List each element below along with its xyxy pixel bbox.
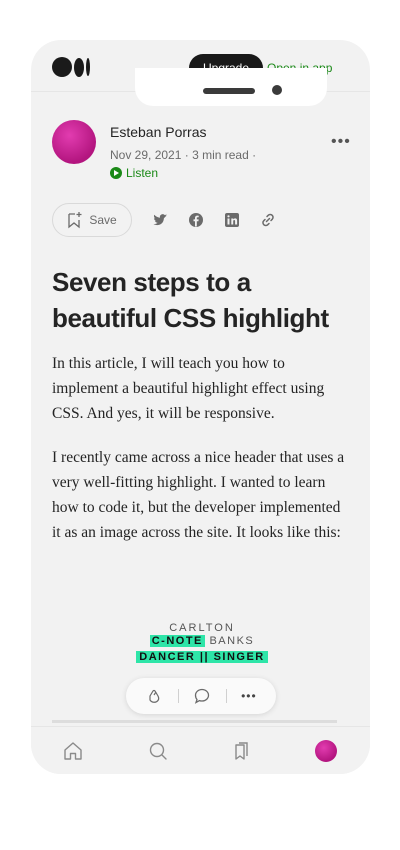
meta-separator: ·	[252, 148, 257, 162]
author-row: Esteban Porras Nov 29, 2021 · 3 min read…	[52, 120, 352, 184]
article-meta: Nov 29, 2021 · 3 min read ·	[110, 148, 256, 162]
save-label: Save	[89, 213, 117, 227]
bookmarks-icon[interactable]	[231, 740, 253, 762]
clap-icon[interactable]	[145, 687, 163, 705]
bottom-navigation	[31, 726, 370, 774]
profile-avatar[interactable]	[315, 740, 337, 762]
highlighted-text: DANCER || SINGER	[136, 651, 268, 663]
divider	[177, 689, 179, 703]
image-text-line: C-NOTE BANKS	[52, 635, 352, 647]
bookmark-add-icon	[68, 212, 82, 229]
facebook-icon[interactable]	[188, 212, 204, 228]
comment-icon[interactable]	[193, 687, 211, 705]
article-paragraph: I recently came across a nice header tha…	[52, 449, 345, 541]
image-text-line: CARLTON	[169, 622, 235, 634]
article-paragraph-partial	[52, 716, 352, 726]
twitter-icon[interactable]	[152, 212, 168, 228]
author-name[interactable]: Esteban Porras	[110, 124, 207, 140]
save-button[interactable]: Save	[52, 203, 132, 237]
divider	[225, 689, 227, 703]
meta-separator: ·	[184, 148, 193, 162]
author-avatar[interactable]	[52, 120, 96, 164]
front-camera	[272, 85, 282, 95]
image-text: BANKS	[204, 635, 255, 647]
medium-logo[interactable]	[52, 57, 90, 77]
search-icon[interactable]	[147, 740, 169, 762]
more-options-button[interactable]: •••	[241, 689, 257, 703]
phone-frame: Upgrade Open in app Esteban Porras Nov 2…	[31, 40, 370, 774]
article-paragraph: In this article, I will teach you how to…	[52, 355, 325, 422]
home-icon[interactable]	[62, 740, 84, 762]
highlighted-text: C-NOTE	[149, 635, 205, 647]
logo-shape-small	[86, 58, 90, 76]
listen-label: Listen	[126, 166, 159, 180]
play-icon	[110, 167, 122, 179]
link-icon[interactable]	[260, 212, 276, 228]
logo-shape-medium	[74, 57, 84, 77]
listen-button[interactable]: Listen	[110, 166, 158, 180]
floating-action-bar: •••	[126, 678, 276, 714]
article-title: Seven steps to a beautiful CSS highlight	[52, 267, 329, 333]
speaker-grille	[203, 88, 255, 94]
linkedin-icon[interactable]	[224, 212, 240, 228]
action-row: Save	[52, 203, 352, 237]
publish-date: Nov 29, 2021	[110, 148, 182, 162]
read-time: 3 min read	[192, 148, 249, 162]
more-options-button[interactable]: •••	[331, 133, 351, 151]
article-image: CARLTON C-NOTE BANKS DANCER || SINGER	[52, 622, 352, 665]
logo-shape-large	[52, 57, 72, 77]
phone-notch	[135, 68, 327, 106]
